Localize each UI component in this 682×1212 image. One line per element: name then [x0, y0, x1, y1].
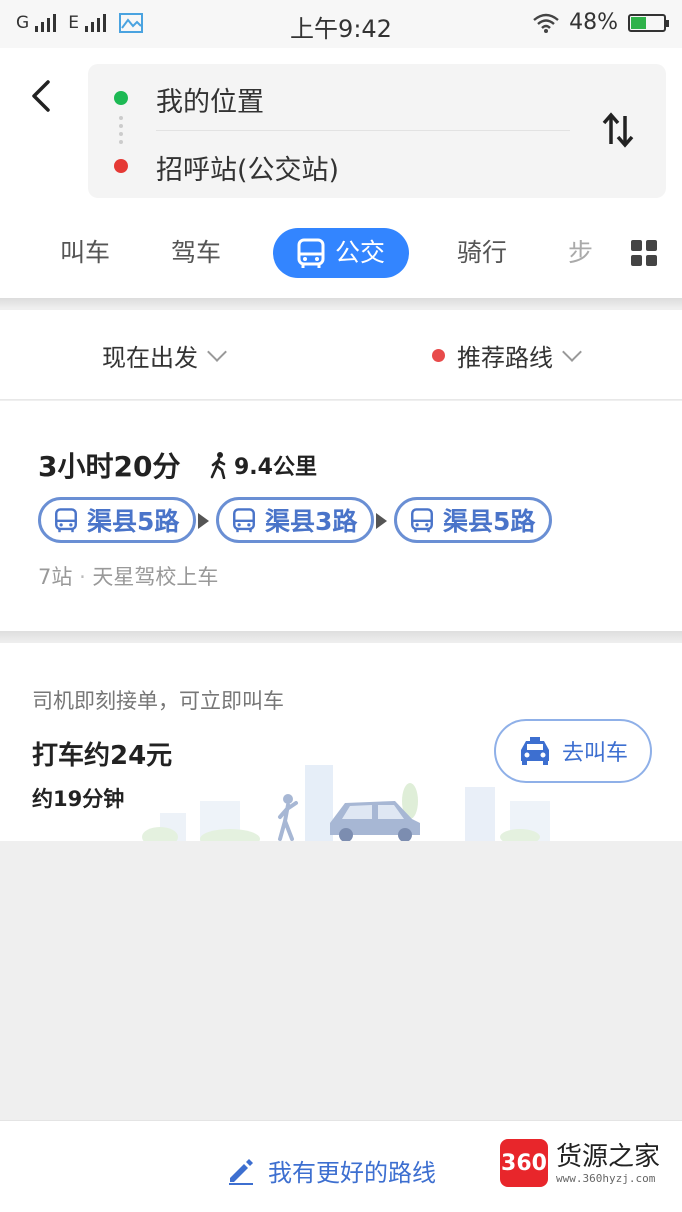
bus-icon [233, 508, 255, 533]
bottom-bar: 我有更好的路线 360 货源之家 www.360hyzj.com [0, 1120, 682, 1212]
watermark-title: 货源之家 [556, 1141, 661, 1172]
watermark-url: www.360hyzj.com [556, 1171, 656, 1185]
watermark-text: 货源之家 www.360hyzj.com [556, 1142, 660, 1185]
chevron-down-icon [207, 341, 227, 362]
walking-person-icon [210, 452, 226, 479]
taxi-icon [520, 737, 549, 765]
card-shadow [0, 631, 682, 643]
stops-info: 7站 · 天星驾校上车 [38, 561, 218, 591]
tab-walk[interactable]: 步 [568, 228, 593, 278]
destination-dot-icon [114, 159, 128, 173]
watermark: 360 货源之家 www.360hyzj.com [500, 1139, 660, 1187]
taxi-time: 约19分钟 [32, 787, 125, 811]
route-preference-label: 推荐路线 [457, 344, 553, 372]
pencil-icon [229, 1158, 253, 1185]
bus-icon [297, 238, 325, 268]
wifi-icon [533, 13, 559, 33]
more-modes-grid-icon[interactable] [631, 240, 657, 266]
header-shadow [0, 298, 682, 308]
status-right: 48% [533, 10, 669, 35]
depart-time-label: 现在出发 [102, 344, 198, 372]
bus-icon [411, 508, 433, 533]
battery-percent: 48% [569, 10, 618, 35]
bus-icon [55, 508, 77, 533]
transfer-arrow-icon [376, 513, 387, 529]
tab-taxi[interactable]: 叫车 [60, 228, 110, 278]
chevron-down-icon [562, 341, 582, 362]
walk-distance-value: 9.4公里 [234, 455, 317, 480]
separator-dot: · [79, 565, 93, 589]
route-connector-icon [119, 116, 123, 148]
bus-line-chip: 渠县5路 [38, 497, 197, 543]
stops-count: 7站 [38, 565, 73, 589]
preference-dot-icon [432, 349, 445, 362]
back-arrow-icon [32, 80, 50, 112]
status-bar: G E 上午9:42 48% [0, 0, 682, 48]
walk-distance: 9.4公里 [208, 449, 317, 481]
bus-line-label: 渠县5路 [87, 507, 180, 536]
better-route-label: 我有更好的路线 [268, 1159, 436, 1187]
swap-icon [602, 112, 634, 148]
call-taxi-button[interactable]: 去叫车 [494, 719, 652, 783]
route-divider [156, 130, 570, 131]
origin-dot-icon [114, 91, 128, 105]
taxi-card: 司机即刻接单，可立即叫车 打车约24元 约19分钟 去叫车 [0, 643, 682, 841]
route-result-card[interactable]: 3小时20分 9.4公里 渠县5路 渠县3路 渠县5路 7站 · 天星驾校上车 [0, 401, 682, 631]
transfer-arrow-icon [198, 513, 209, 529]
route-header: 我的位置 招呼站(公交站) 叫车 驾车 公交 骑行 步 [0, 48, 682, 298]
destination-field[interactable]: 招呼站(公交站) [156, 148, 339, 187]
mode-tabs: 叫车 驾车 公交 骑行 步 [0, 228, 682, 288]
route-duration: 3小时20分 [38, 450, 181, 483]
bus-line-chip: 渠县3路 [216, 497, 375, 543]
call-taxi-label: 去叫车 [561, 741, 628, 766]
tab-bus[interactable]: 公交 [273, 228, 409, 278]
watermark-logo: 360 [500, 1139, 548, 1187]
bus-line-chip: 渠县5路 [394, 497, 553, 543]
boarding-stop: 天星驾校上车 [92, 565, 219, 589]
bus-line-label: 渠县3路 [265, 507, 358, 536]
taxi-hint-text: 司机即刻接单，可立即叫车 [32, 689, 284, 713]
filter-bar: 现在出发 推荐路线 [0, 310, 682, 400]
depart-time-filter[interactable]: 现在出发 [102, 338, 227, 373]
better-route-button[interactable]: 我有更好的路线 [226, 1153, 436, 1188]
tab-bus-label: 公交 [335, 238, 386, 267]
bus-line-label: 渠县5路 [443, 507, 536, 536]
taxi-price: 打车约24元 [32, 741, 173, 771]
battery-icon [628, 13, 669, 32]
back-button[interactable] [22, 76, 62, 116]
origin-field[interactable]: 我的位置 [156, 80, 264, 119]
tab-drive[interactable]: 驾车 [171, 228, 221, 278]
route-preference-filter[interactable]: 推荐路线 [432, 338, 582, 373]
swap-button[interactable] [600, 110, 636, 150]
route-input-box: 我的位置 招呼站(公交站) [88, 64, 666, 198]
tab-cycle[interactable]: 骑行 [457, 228, 507, 278]
